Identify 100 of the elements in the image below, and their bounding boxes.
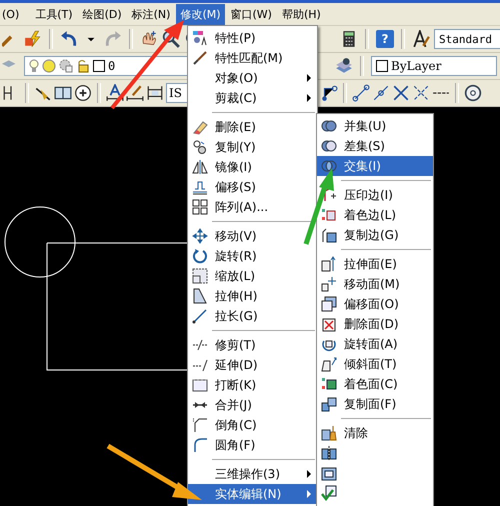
help-button[interactable]: ? (376, 30, 394, 48)
undo-icon[interactable] (60, 30, 78, 48)
chamfer-icon (192, 417, 208, 433)
palette-icon (192, 30, 208, 46)
copy-circles-icon (192, 139, 208, 155)
menu-bar-item[interactable]: 窗口(W) (226, 4, 276, 24)
fillet-icon (192, 437, 208, 453)
check-box-icon (321, 485, 337, 501)
menu-item[interactable]: 三维操作(3) (188, 464, 317, 484)
menu-item[interactable]: 延伸(D) (188, 355, 317, 375)
menu-item[interactable]: 删除(E) (188, 117, 317, 137)
tolerance-icon[interactable] (54, 84, 72, 102)
broom-icon (321, 425, 337, 441)
eraser-icon (192, 119, 208, 135)
lightning-icon[interactable] (24, 30, 42, 48)
extrude-face-icon (321, 256, 337, 272)
menu-item[interactable]: 倾斜面(T) (317, 354, 433, 374)
menu-bar-item[interactable]: 修改(M) (176, 4, 225, 24)
menu-item[interactable]: 倒角(C) (188, 415, 317, 435)
center-mark-icon[interactable] (74, 84, 92, 102)
line-icon[interactable] (352, 84, 370, 102)
delete-face-icon (321, 316, 337, 332)
menu-item[interactable]: 镜像(I) (188, 157, 317, 177)
menu-item[interactable]: 实体编辑(N) (188, 484, 317, 504)
color-swatch (93, 60, 105, 72)
layer-name: 0 (108, 59, 116, 73)
menu-item[interactable]: 旋转面(A) (317, 334, 433, 354)
rotate-icon (192, 248, 208, 264)
move-face-icon (321, 276, 337, 292)
shell-icon (321, 465, 337, 481)
linetype-field[interactable]: ByLayer (371, 56, 497, 76)
menu-item[interactable]: 交集(I) (317, 156, 433, 176)
menu-item[interactable]: 拉伸(H) (188, 286, 317, 306)
scale-icon (192, 268, 208, 284)
lock-icon (76, 59, 90, 73)
menu-item[interactable]: 特性(P) (188, 28, 317, 48)
intersect-icon (321, 158, 337, 174)
menu-bar-item[interactable]: (O) (0, 4, 30, 24)
menu-item[interactable]: 打断(K) (188, 375, 317, 395)
menu-item[interactable]: 缩放(L) (188, 266, 317, 286)
color-face-icon (321, 376, 337, 392)
circle-snap-icon[interactable] (464, 84, 482, 102)
trim-icon (192, 337, 208, 353)
taper-face-icon (321, 356, 337, 372)
sun-icon (42, 59, 56, 73)
intersection-icon[interactable] (392, 84, 410, 102)
layer-stack-icon[interactable] (335, 57, 353, 75)
separate-icon (321, 445, 337, 461)
menu-item[interactable]: 合并(J) (188, 395, 317, 415)
menu-item[interactable]: 压印边(I) (317, 185, 433, 205)
menu-item[interactable]: 复制面(F) (317, 394, 433, 414)
lengthen-icon (192, 308, 208, 324)
menu-item[interactable]: 旋转(R) (188, 246, 317, 266)
dimension-edit-icon[interactable] (126, 84, 144, 102)
menu-item[interactable]: 拉长(G) (188, 306, 317, 326)
menu-item[interactable]: 拉伸面(E) (317, 254, 433, 274)
offset-icon (192, 179, 208, 195)
menu-item[interactable]: 移动面(M) (317, 274, 433, 294)
copy-edge-icon (321, 227, 337, 243)
circle-shape (4, 206, 76, 278)
menu-bar-item[interactable]: 工具(T) (31, 4, 77, 24)
color-swatch (376, 60, 388, 72)
dimension-text-icon[interactable] (106, 84, 124, 102)
menu-bar-item[interactable]: 帮助(H) (278, 4, 325, 24)
subtract-icon (321, 138, 337, 154)
mirror-icon (192, 159, 208, 175)
array-grid-icon (192, 199, 208, 215)
menu-item[interactable]: 复制(Y) (188, 137, 317, 157)
text-style-field[interactable]: Standard (434, 29, 500, 49)
extend-icon (192, 357, 208, 373)
menu-bar-item[interactable]: 标注(N) (128, 4, 174, 24)
brush-icon (192, 50, 208, 66)
menu-item[interactable]: 删除面(D) (317, 314, 433, 334)
menu-item[interactable]: 清除 (317, 423, 433, 443)
menu-item[interactable]: 圆角(F) (188, 435, 317, 455)
menu-item[interactable]: 修剪(T) (188, 335, 317, 355)
linetype-name: ByLayer (391, 59, 442, 73)
dimension-update-icon[interactable] (146, 84, 164, 102)
text-style-icon[interactable] (412, 30, 430, 48)
apparent-intersection-icon[interactable] (412, 84, 430, 102)
menu-item[interactable]: 着色面(C) (317, 374, 433, 394)
line-midpoint-icon[interactable] (372, 84, 390, 102)
color-edge-icon (321, 207, 337, 223)
menu-item[interactable]: 差集(S) (317, 136, 433, 156)
move-icon (192, 228, 208, 244)
menu-item[interactable]: 阵列(A)... (188, 197, 317, 217)
pan-hand-icon[interactable] (140, 30, 158, 48)
menu-item[interactable]: 偏移面(O) (317, 294, 433, 314)
offset-face-icon (321, 296, 337, 312)
menu-item[interactable]: 并集(U) (317, 116, 433, 136)
menu-item[interactable]: 着色边(L) (317, 205, 433, 225)
copy-face-icon (321, 396, 337, 412)
menu-item[interactable]: 偏移(S) (188, 177, 317, 197)
menu-bar-item[interactable]: 绘图(D) (78, 4, 126, 24)
stretch-icon (192, 288, 208, 304)
node-line-icon[interactable] (320, 84, 338, 102)
menu-item[interactable]: 移动(V) (188, 226, 317, 246)
union-icon (321, 118, 337, 134)
menu-item[interactable]: 复制边(G) (317, 225, 433, 245)
break-icon (192, 377, 208, 393)
